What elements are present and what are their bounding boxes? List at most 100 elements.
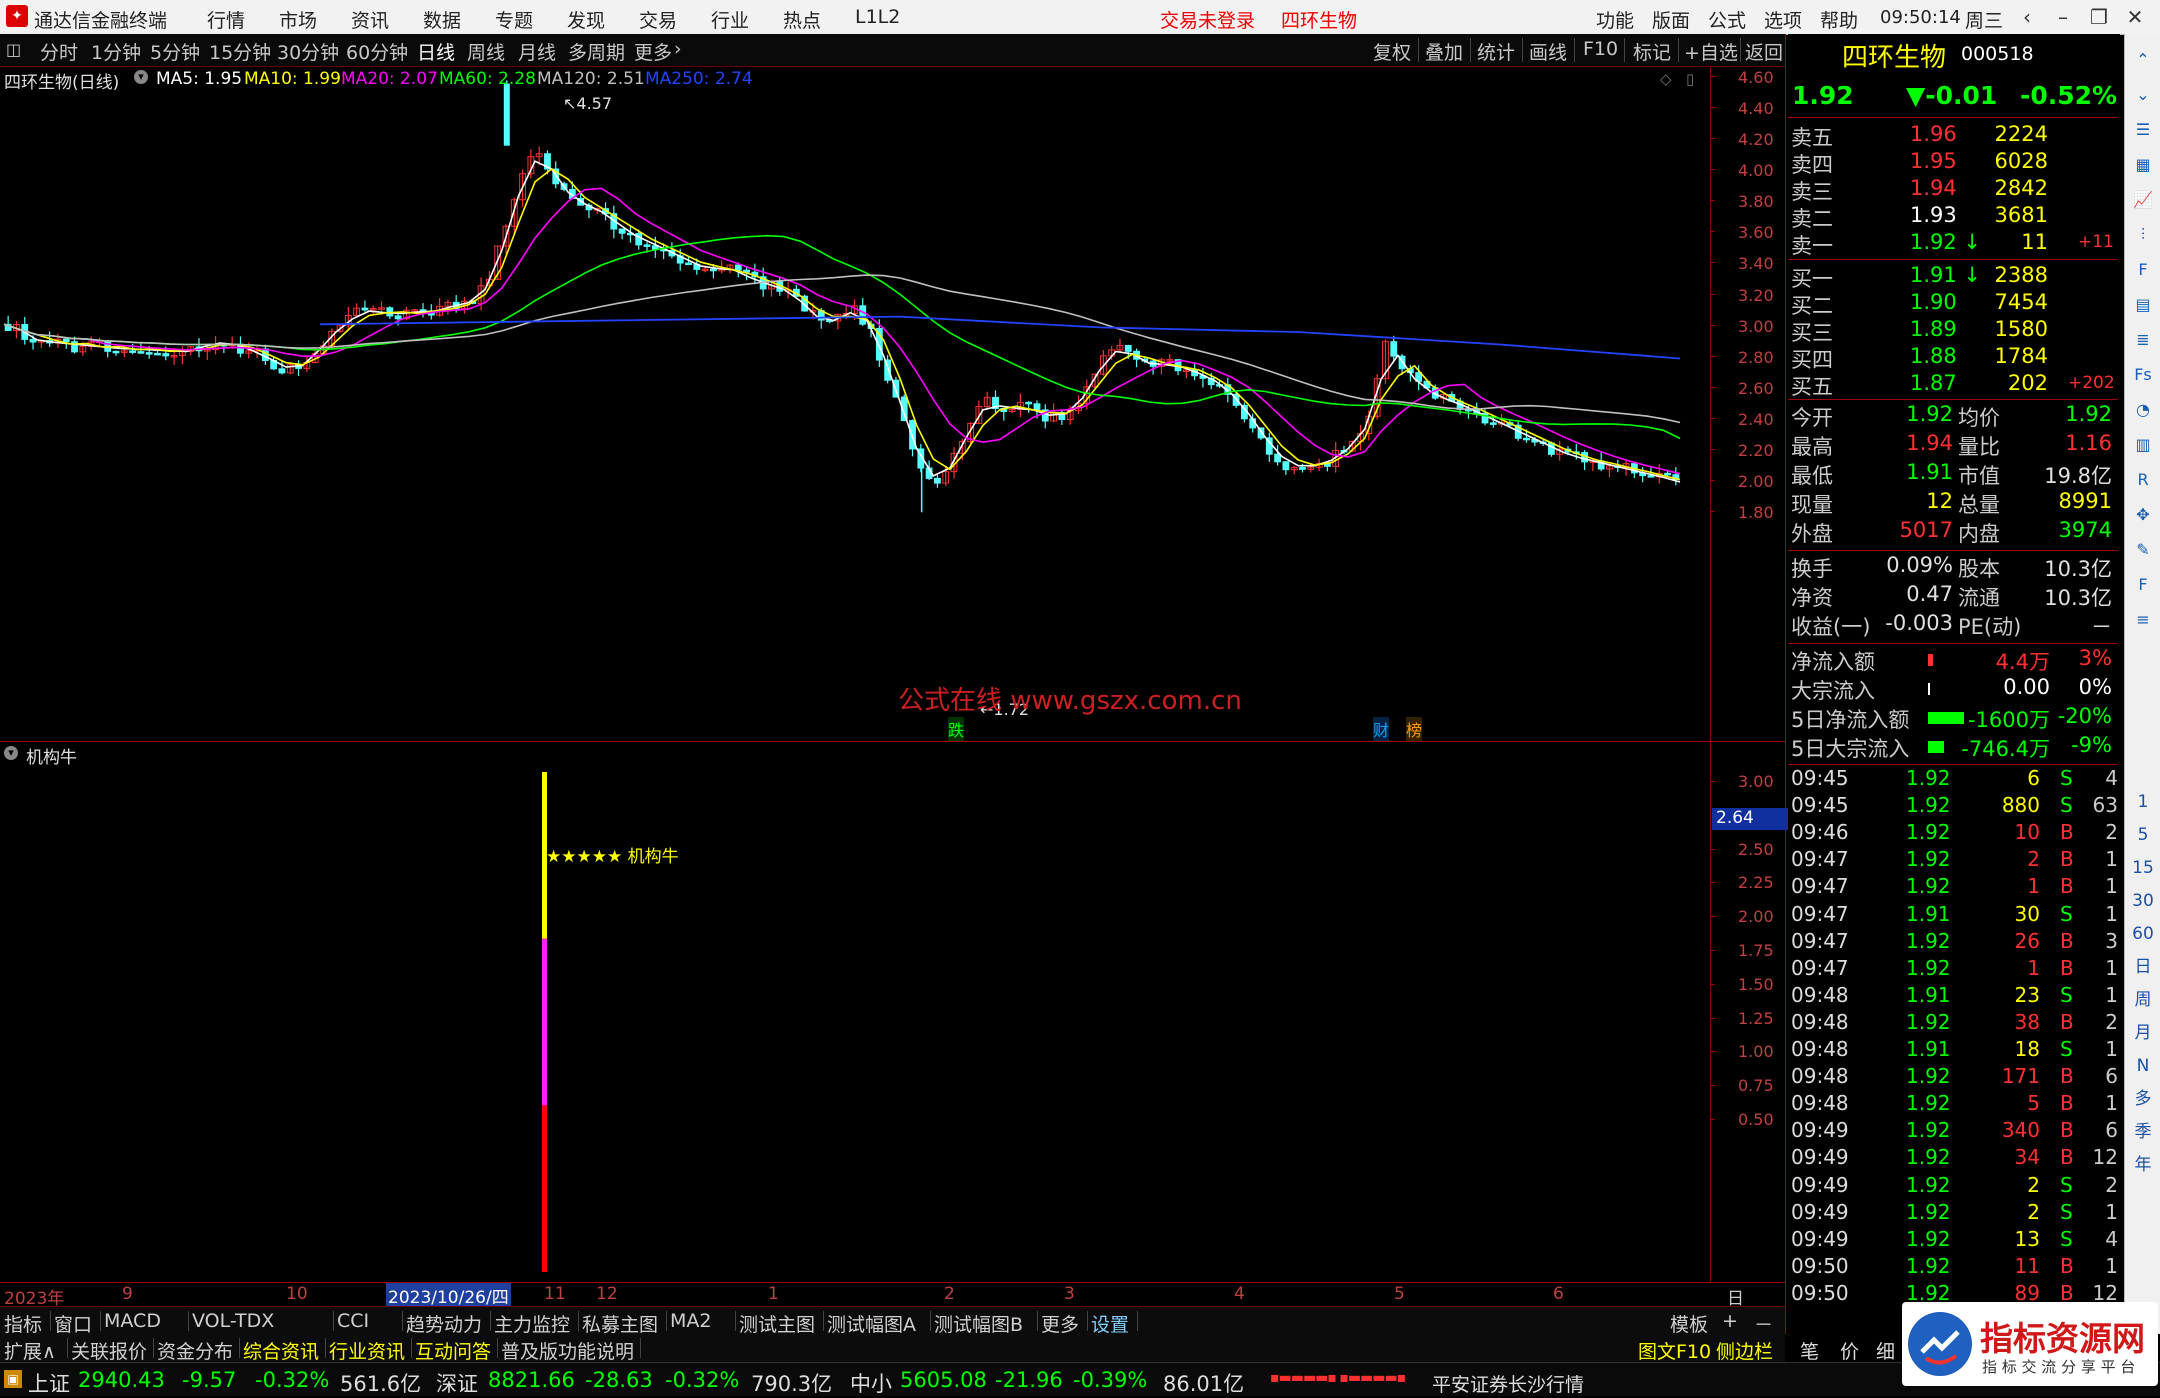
market-icon[interactable]: ▣ <box>4 1370 22 1388</box>
bid-price[interactable]: 1.90 <box>1910 290 1957 314</box>
menu-jiaoyi[interactable]: 交易 <box>639 6 677 33</box>
ma-settings-icon[interactable]: ▾ <box>134 70 148 84</box>
chevron-right-icon[interactable]: › <box>674 38 682 60</box>
indicator-settings-icon[interactable]: ▾ <box>4 746 18 760</box>
period-more[interactable]: 更多 <box>634 38 672 65</box>
sidebar-period-8[interactable]: N <box>2131 1054 2155 1078</box>
ask-price[interactable]: 1.93 <box>1910 203 1957 227</box>
fs-icon[interactable]: Fs <box>2131 363 2155 387</box>
sidebar-period-5[interactable]: 日 <box>2131 955 2155 979</box>
btn-back[interactable]: 返回 <box>1745 38 1783 65</box>
tab-indicator-0[interactable]: 指标 <box>4 1310 42 1337</box>
gauge-icon[interactable]: ◔ <box>2131 398 2155 422</box>
period-15min[interactable]: 15分钟 <box>209 38 271 65</box>
indicator-chart[interactable]: ▾ 机构牛 ★★★★★ 机构牛 3.00 2.50 2.25 2.00 1.75 1.50… <box>0 741 1788 1280</box>
ask-price[interactable]: 1.94 <box>1910 176 1957 200</box>
tab-indicator-7[interactable]: 私募主图 <box>582 1310 658 1337</box>
restore-icon[interactable]: ❐ <box>2082 3 2116 31</box>
menu-hangqing[interactable]: 行情 <box>207 6 245 33</box>
minimize-icon[interactable]: – <box>2046 3 2080 31</box>
bid-price[interactable]: 1.88 <box>1910 344 1957 368</box>
period-weekly[interactable]: 周线 <box>467 38 505 65</box>
menu-xuanxiang[interactable]: 选项 <box>1764 6 1802 33</box>
menu-shichang[interactable]: 市场 <box>279 6 317 33</box>
tab-info-right-0[interactable]: 图文F10 <box>1638 1337 1711 1364</box>
tab-indicator-5[interactable]: 趋势动力 <box>406 1310 482 1337</box>
tab-indicator-2[interactable]: MACD <box>104 1310 161 1332</box>
btn-huaxian[interactable]: 画线 <box>1529 38 1567 65</box>
tab-info-0[interactable]: 扩展∧ <box>4 1337 56 1364</box>
sidebar-period-4[interactable]: 60 <box>2131 922 2155 946</box>
back-icon[interactable]: ‹ <box>2010 3 2044 31</box>
sidebar-period-9[interactable]: 多 <box>2131 1087 2155 1111</box>
menu-faxian[interactable]: 发现 <box>567 6 605 33</box>
menu-zhuanti[interactable]: 专题 <box>495 6 533 33</box>
fs2-icon[interactable]: F <box>2131 573 2155 597</box>
menu-l1l2[interactable]: L1L2 <box>855 6 900 28</box>
ask-price[interactable]: 1.96 <box>1910 122 1957 146</box>
tab-indicator-10[interactable]: 测试幅图A <box>827 1310 916 1337</box>
sidebar-period-2[interactable]: 15 <box>2131 856 2155 880</box>
sz-name[interactable]: 深证 <box>436 1368 478 1398</box>
marker-cai[interactable]: 财 <box>1373 717 1390 741</box>
zx-name[interactable]: 中小 <box>850 1368 892 1398</box>
period-1min[interactable]: 1分钟 <box>91 38 141 65</box>
sidebar-top-icon[interactable] <box>2131 4 2155 28</box>
tab-right-1[interactable]: + <box>1722 1310 1738 1332</box>
period-monthly[interactable]: 月线 <box>518 38 556 65</box>
tab-info-right-2[interactable]: 笔 <box>1800 1337 1819 1364</box>
tab-info-2[interactable]: 资金分布 <box>157 1337 233 1364</box>
menu-gongshi[interactable]: 公式 <box>1708 6 1746 33</box>
sidebar-period-6[interactable]: 周 <box>2131 988 2155 1012</box>
tick-icon[interactable]: ▥ <box>2131 433 2155 457</box>
grid-icon[interactable]: ▦ <box>2131 153 2155 177</box>
tab-indicator-12[interactable]: 更多 <box>1041 1310 1079 1337</box>
period-multi[interactable]: 多周期 <box>568 38 625 65</box>
tab-info-1[interactable]: 关联报价 <box>71 1337 147 1364</box>
bid-price[interactable]: 1.91 ↓ <box>1910 263 1981 287</box>
marker-bang[interactable]: 榜 <box>1406 717 1423 741</box>
kline-chart[interactable]: 四环生物(日线) ▾ MA5: 1.95 MA10: 1.99 MA20: 2.… <box>0 66 1774 741</box>
rsi-icon[interactable]: R <box>2131 468 2155 492</box>
sidebar-period-3[interactable]: 30 <box>2131 889 2155 913</box>
period-30min[interactable]: 30分钟 <box>277 38 339 65</box>
tab-indicator-1[interactable]: 窗口 <box>54 1310 92 1337</box>
up-arrow-icon[interactable]: ⌃ <box>2131 48 2155 72</box>
period-daily[interactable]: 日线 <box>417 38 455 65</box>
ask-price[interactable]: 1.95 <box>1910 149 1957 173</box>
sidebar-period-1[interactable]: 5 <box>2131 823 2155 847</box>
ask-price[interactable]: 1.92 ↓ <box>1910 230 1981 254</box>
login-status[interactable]: 交易未登录 <box>1160 6 1255 33</box>
menu-bangzhu[interactable]: 帮助 <box>1820 6 1858 33</box>
period-fenshi[interactable]: 分时 <box>40 38 78 65</box>
menu-zixun[interactable]: 资讯 <box>351 6 389 33</box>
stack-icon[interactable]: ≡ <box>2131 608 2155 632</box>
sidebar-period-0[interactable]: 1 <box>2131 790 2155 814</box>
period-5min[interactable]: 5分钟 <box>150 38 200 65</box>
pen-icon[interactable]: ✎ <box>2131 538 2155 562</box>
tab-indicator-6[interactable]: 主力监控 <box>494 1310 570 1337</box>
menu-shuju[interactable]: 数据 <box>423 6 461 33</box>
btn-fuquan[interactable]: 复权 <box>1373 38 1411 65</box>
tab-info-6[interactable]: 普及版功能说明 <box>501 1337 634 1364</box>
btn-biaoji[interactable]: 标记 <box>1633 38 1671 65</box>
diamond-icon[interactable]: ◇ <box>1660 70 1672 88</box>
news-icon[interactable]: ≣ <box>2131 328 2155 352</box>
period-60min[interactable]: 60分钟 <box>346 38 408 65</box>
menu-gongneng[interactable]: 功能 <box>1596 6 1634 33</box>
tab-info-4[interactable]: 行业资讯 <box>329 1337 405 1364</box>
sidebar-period-10[interactable]: 季 <box>2131 1120 2155 1144</box>
layout-toggle-icon[interactable]: ◫ <box>6 40 21 59</box>
marker-die[interactable]: 跌 <box>948 717 965 741</box>
doc-icon[interactable]: ▤ <box>2131 293 2155 317</box>
tab-indicator-4[interactable]: CCI <box>337 1310 369 1332</box>
tab-indicator-9[interactable]: 测试主图 <box>739 1310 815 1337</box>
btn-tongji[interactable]: 统计 <box>1477 38 1515 65</box>
tab-indicator-3[interactable]: VOL-TDX <box>192 1310 274 1332</box>
menu-redian[interactable]: 热点 <box>783 6 821 33</box>
menu-hangye[interactable]: 行业 <box>711 6 749 33</box>
btn-f10[interactable]: F10 <box>1583 38 1618 60</box>
tab-right-0[interactable]: 模板 <box>1670 1310 1708 1337</box>
tab-indicator-8[interactable]: MA2 <box>670 1310 711 1332</box>
menu-banmian[interactable]: 版面 <box>1652 6 1690 33</box>
